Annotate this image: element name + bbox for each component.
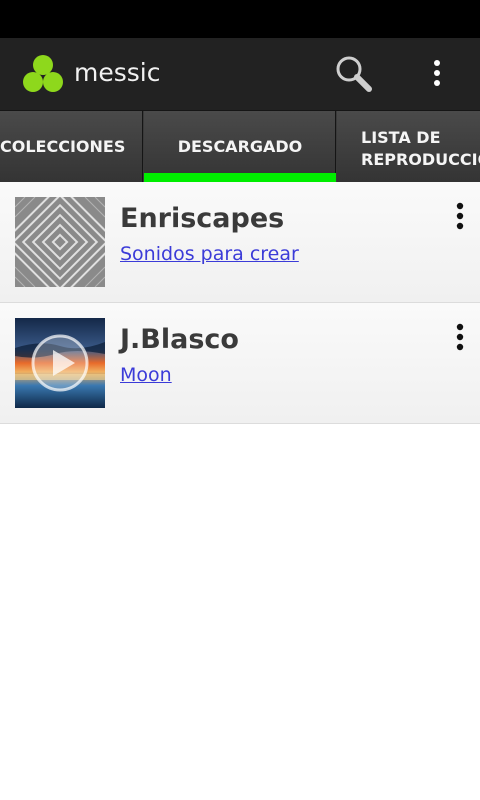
tab-descargado[interactable]: DESCARGADO xyxy=(144,111,336,182)
search-icon xyxy=(336,56,372,92)
app-title: messic xyxy=(74,58,161,87)
album-cover[interactable] xyxy=(15,197,105,287)
tab-lista-de-reproduccion[interactable]: LISTA DE REPRODUCCIÓN xyxy=(337,111,480,182)
downloaded-list: Enriscapes Sonidos para crear J.Blasco M… xyxy=(0,182,480,424)
overflow-menu-icon xyxy=(434,60,440,86)
overflow-menu-icon xyxy=(456,323,464,351)
tab-label: COLECCIONES xyxy=(0,137,126,156)
album-link[interactable]: Moon xyxy=(120,363,172,387)
app-logo-icon xyxy=(22,54,64,94)
item-overflow-menu-button[interactable] xyxy=(446,200,474,234)
tab-colecciones[interactable]: COLECCIONES xyxy=(0,111,143,182)
overflow-menu-button[interactable] xyxy=(418,48,458,100)
album-link[interactable]: Sonidos para crear xyxy=(120,242,299,266)
overflow-menu-icon xyxy=(456,202,464,230)
status-bar xyxy=(0,0,480,38)
list-item[interactable]: Enriscapes Sonidos para crear xyxy=(0,182,480,303)
artist-name: J.Blasco xyxy=(120,324,239,355)
tab-label: LISTA DE REPRODUCCIÓN xyxy=(361,128,480,169)
album-cover[interactable] xyxy=(15,318,105,408)
artist-name: Enriscapes xyxy=(120,203,285,234)
tab-label: DESCARGADO xyxy=(177,137,303,156)
action-bar: messic xyxy=(0,38,480,110)
selected-tab-indicator xyxy=(144,173,336,182)
list-item[interactable]: J.Blasco Moon xyxy=(0,303,480,424)
tab-bar: COLECCIONES DESCARGADO LISTA DE REPRODUC… xyxy=(0,110,480,182)
search-button[interactable] xyxy=(326,48,382,100)
item-overflow-menu-button[interactable] xyxy=(446,321,474,355)
